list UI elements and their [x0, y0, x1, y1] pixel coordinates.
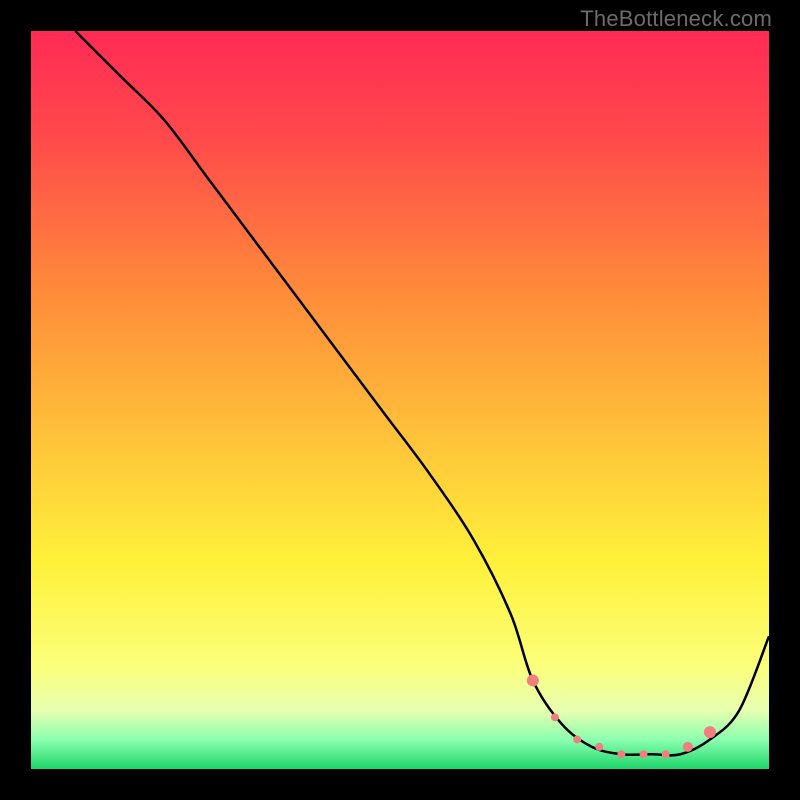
plot-area: [31, 31, 769, 769]
marker-point: [617, 750, 625, 758]
chart-frame: TheBottleneck.com: [0, 0, 800, 800]
marker-point: [704, 726, 716, 738]
marker-point: [551, 713, 559, 721]
marker-point: [595, 743, 603, 751]
bottleneck-chart: [31, 31, 769, 769]
marker-point: [573, 735, 581, 743]
attribution-text: TheBottleneck.com: [580, 6, 772, 32]
gradient-background: [31, 31, 769, 769]
marker-point: [640, 750, 648, 758]
marker-point: [527, 674, 539, 686]
marker-point: [662, 750, 670, 758]
marker-point: [683, 742, 693, 752]
